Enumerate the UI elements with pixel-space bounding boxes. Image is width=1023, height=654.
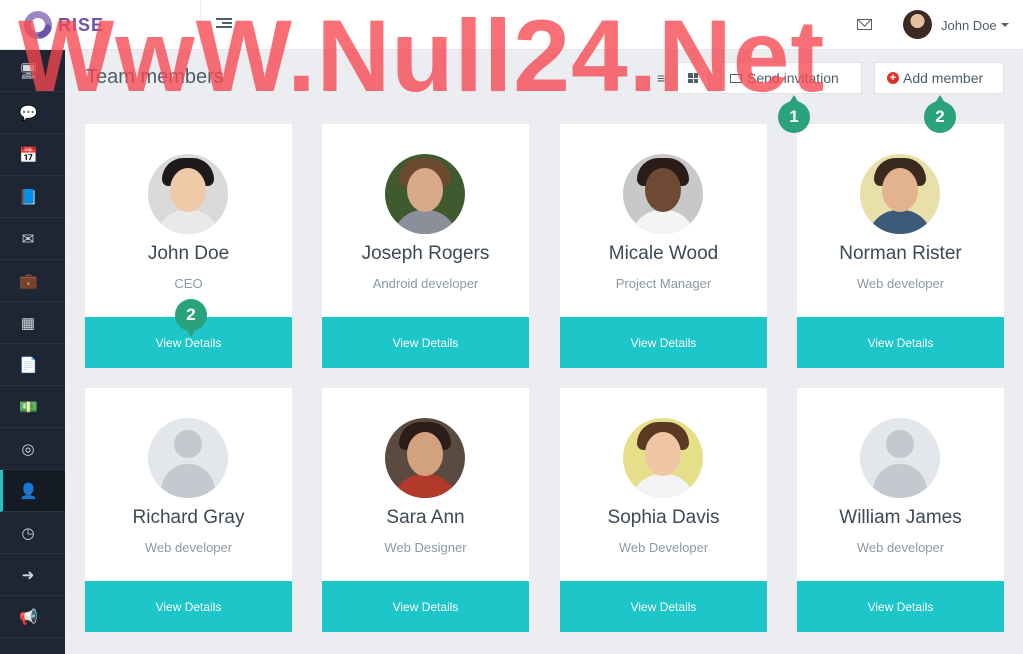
grid-view-button[interactable] (677, 62, 709, 94)
member-card: William James Web developer View Details (797, 388, 1004, 632)
member-role: Android developer (372, 276, 479, 291)
member-name[interactable]: Richard Gray (85, 507, 292, 529)
view-details-button[interactable]: View Details (560, 581, 767, 632)
avatar[interactable] (623, 418, 703, 498)
avatar[interactable] (148, 154, 228, 234)
member-card: Norman Rister Web developer View Details (797, 124, 1004, 368)
book-icon: 📘 (19, 188, 38, 206)
member-name[interactable]: William James (797, 507, 1004, 529)
file-icon: 📄 (19, 356, 38, 374)
callout-marker-1: 1 (778, 95, 810, 133)
send-invitation-label: Send invitation (747, 70, 839, 86)
top-navbar: RISE John Doe (0, 0, 1023, 50)
briefcase-icon: 💼 (19, 272, 38, 290)
chat-icon: 💬 (19, 104, 38, 122)
grid-icon (688, 73, 698, 83)
view-details-button[interactable]: View Details (797, 581, 1004, 632)
list-view-button[interactable]: ≡ (645, 62, 677, 94)
view-details-button[interactable]: View Details (560, 317, 767, 368)
member-card: Sophia Davis Web Developer View Details (560, 388, 767, 632)
member-card: Micale Wood Project Manager View Details (560, 124, 767, 368)
view-details-button[interactable]: View Details (85, 581, 292, 632)
sidebar-item-clock[interactable]: ◷ (0, 512, 65, 554)
messages-icon[interactable] (857, 19, 872, 30)
calendar-icon: 📅 (19, 146, 38, 164)
member-role: Web developer (144, 540, 233, 555)
sidebar-item-chat[interactable]: 💬 (0, 92, 65, 134)
avatar[interactable] (385, 418, 465, 498)
app-name: RISE (58, 14, 105, 35)
callout-marker-2: 2 (924, 95, 956, 133)
sidebar-item-envelope[interactable]: ✉ (0, 218, 65, 260)
sidebar-item-sign-out[interactable]: ➜ (0, 554, 65, 596)
member-name[interactable]: Micale Wood (560, 243, 767, 265)
avatar[interactable] (860, 154, 940, 234)
clock-icon: ◷ (21, 524, 35, 542)
sidebar-item-briefcase[interactable]: 💼 (0, 260, 65, 302)
send-invitation-button[interactable]: Send invitation (721, 62, 862, 94)
plus-circle-icon: + (887, 72, 899, 84)
sidebar-item-user[interactable]: 👤 (0, 470, 65, 512)
sidebar-item-file[interactable]: 📄 (0, 344, 65, 386)
member-name[interactable]: Sophia Davis (560, 507, 767, 529)
user-menu-name[interactable]: John Doe (941, 18, 997, 33)
member-name[interactable]: Sara Ann (322, 507, 529, 529)
sidebar-item-book[interactable]: 📘 (0, 176, 65, 218)
dashboard-icon: 🖥 (19, 62, 39, 80)
member-name[interactable]: John Doe (85, 243, 292, 265)
member-role: Project Manager (615, 276, 712, 291)
logo-icon (24, 11, 52, 39)
sidebar: 🖥 💬 📅 📘 ✉ 💼 ▦ 📄 💵 ◎ 👤 ◷ ➜ 📢 (0, 50, 65, 654)
callout-number: 2 (935, 107, 945, 126)
member-card: Richard Gray Web developer View Details (85, 388, 292, 632)
avatar[interactable] (385, 154, 465, 234)
member-card: Sara Ann Web Designer View Details (322, 388, 529, 632)
add-member-button[interactable]: + Add member (874, 62, 1004, 94)
avatar[interactable] (903, 10, 932, 39)
view-details-button[interactable]: View Details (322, 581, 529, 632)
member-card: Joseph Rogers Android developer View Detai… (322, 124, 529, 368)
view-details-button[interactable]: View Details (797, 317, 1004, 368)
list-icon: ≡ (656, 70, 666, 86)
member-name[interactable]: Norman Rister (797, 243, 1004, 265)
envelope-icon: ✉ (21, 230, 35, 248)
view-details-button[interactable]: View Details (322, 317, 529, 368)
member-name[interactable]: Joseph Rogers (322, 243, 529, 265)
avatar[interactable] (623, 154, 703, 234)
sidebar-item-money[interactable]: 💵 (0, 386, 65, 428)
money-icon: 💵 (19, 398, 38, 416)
callout-number: 1 (789, 107, 799, 126)
add-member-label: Add member (903, 70, 984, 86)
callout-number: 2 (186, 305, 196, 324)
member-role: Web Designer (384, 540, 467, 555)
page-title: Team members (86, 66, 224, 88)
user-icon: 👤 (19, 482, 38, 500)
lifebuoy-icon: ◎ (21, 440, 35, 458)
avatar[interactable] (860, 418, 940, 498)
sidebar-item-dashboard[interactable]: 🖥 (0, 50, 65, 92)
sidebar-item-grid[interactable]: ▦ (0, 302, 65, 344)
member-role: CEO (174, 276, 203, 291)
member-role: Web developer (856, 540, 945, 555)
member-role: Web developer (856, 276, 945, 291)
sidebar-item-bullhorn[interactable]: 📢 (0, 596, 65, 638)
sidebar-toggle-icon[interactable] (216, 18, 232, 32)
member-role: Web Developer (618, 540, 709, 555)
sidebar-item-lifebuoy[interactable]: ◎ (0, 428, 65, 470)
envelope-icon (730, 73, 742, 83)
grid-icon: ▦ (20, 314, 36, 332)
chevron-down-icon[interactable] (1001, 23, 1009, 27)
sign-out-icon: ➜ (21, 566, 35, 584)
app-logo[interactable]: RISE (0, 0, 201, 50)
callout-marker-3: 2 (175, 299, 207, 337)
avatar[interactable] (148, 418, 228, 498)
sidebar-item-calendar[interactable]: 📅 (0, 134, 65, 176)
bullhorn-icon: 📢 (19, 608, 38, 626)
